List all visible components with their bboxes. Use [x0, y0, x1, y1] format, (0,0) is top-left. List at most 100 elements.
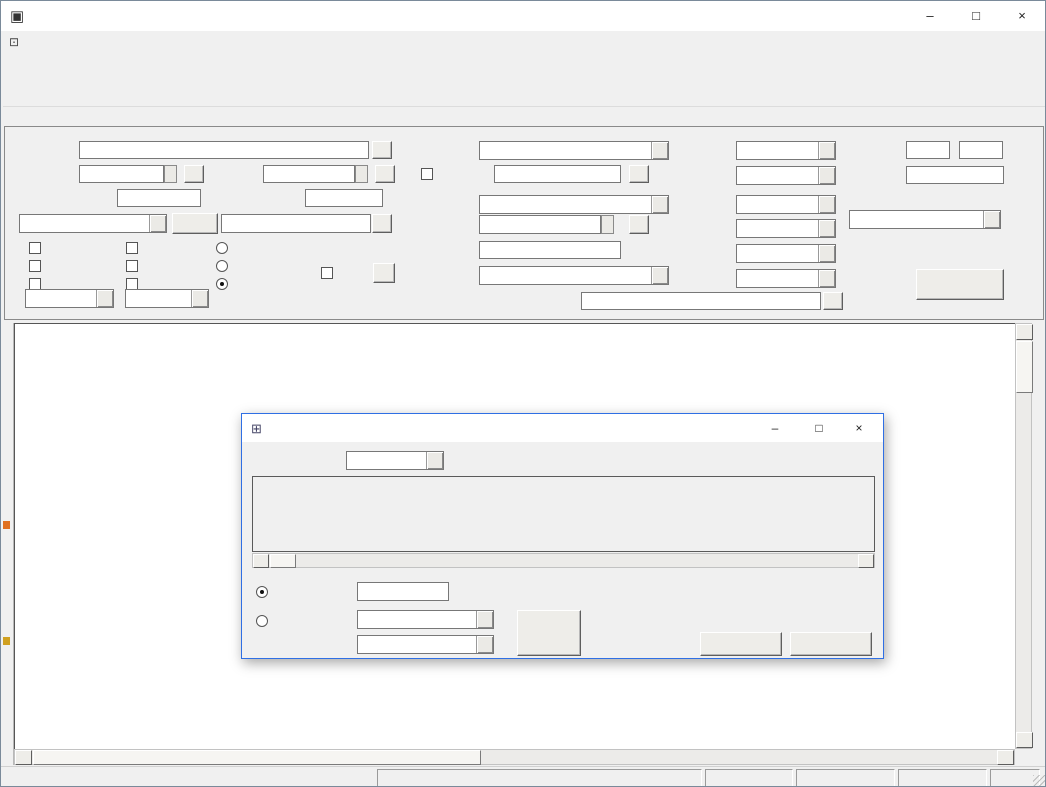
client-input[interactable] — [79, 141, 369, 159]
location-type-select[interactable] — [19, 214, 167, 233]
application-window: ▣ – □ × ⊡ — [0, 0, 1046, 787]
scroll-right-icon[interactable] — [858, 554, 874, 568]
scroll-right-icon[interactable] — [997, 750, 1014, 765]
dialog-title-bar: ⊞ – □ × — [242, 414, 883, 442]
vehicle-exclusion-select[interactable] — [849, 210, 1001, 229]
to-date-browse-button[interactable] — [375, 165, 395, 183]
dialog-scroll-thumb[interactable] — [270, 554, 296, 568]
geo-radio[interactable] — [216, 242, 228, 254]
dropdown-arrow-icon[interactable] — [818, 142, 835, 159]
run-checkbox[interactable] — [321, 267, 333, 279]
dropdown-arrow-icon[interactable] — [818, 270, 835, 287]
purpose-select[interactable] — [736, 195, 836, 214]
dropdown-arrow-icon[interactable] — [983, 211, 1000, 228]
status-date — [898, 769, 987, 787]
window-menu-icon[interactable]: ⊡ — [9, 35, 19, 49]
dialog-maximize-button[interactable]: □ — [799, 414, 839, 442]
client-browse-button[interactable] — [372, 141, 392, 159]
sub-types-input[interactable] — [479, 215, 601, 234]
resize-grip[interactable] — [1033, 775, 1046, 787]
grid-horizontal-scrollbar[interactable] — [14, 749, 1015, 765]
dropdown-arrow-icon[interactable] — [149, 215, 166, 232]
to-date-spinner[interactable] — [355, 165, 368, 183]
vertical-scroll-thumb[interactable] — [1016, 341, 1033, 393]
location-input[interactable] — [221, 214, 371, 233]
to-time-input[interactable] — [305, 189, 383, 207]
sub-types-browse-button[interactable] — [629, 215, 649, 234]
schedule-checkbox[interactable] — [421, 168, 433, 180]
date-intervals-dialog: ⊞ – □ × — [241, 413, 884, 659]
to-date-input[interactable] — [263, 165, 355, 183]
schedule-browse-button[interactable] — [629, 165, 649, 183]
mobility-aids-select[interactable] — [736, 269, 836, 288]
grid-vertical-scrollbar[interactable] — [1015, 323, 1032, 749]
dock-marker-icon — [3, 637, 10, 645]
sub-type-select[interactable] — [25, 289, 114, 308]
dialog-horizontal-scrollbar[interactable] — [252, 553, 875, 568]
day-select — [357, 635, 494, 654]
schedule-input[interactable] — [494, 165, 621, 183]
pudo-button[interactable] — [172, 213, 218, 234]
distance-from-input[interactable] — [906, 141, 950, 159]
order-no-input[interactable] — [906, 166, 1004, 184]
distance-to-input[interactable] — [959, 141, 1003, 159]
dropdown-arrow-icon — [476, 636, 493, 653]
dialog-minimize-button[interactable]: – — [755, 414, 795, 442]
dropdown-arrow-icon[interactable] — [818, 167, 835, 184]
save-button[interactable] — [790, 632, 872, 656]
close-button[interactable]: × — [999, 1, 1045, 30]
para-service-select[interactable] — [736, 166, 836, 185]
pass-space-input[interactable] — [581, 292, 821, 310]
act-checkbox[interactable] — [29, 242, 41, 254]
both-radio[interactable] — [216, 278, 228, 290]
sch-checkbox[interactable] — [126, 242, 138, 254]
pass-space-browse-button[interactable] — [823, 292, 843, 310]
funding-src-select[interactable] — [479, 266, 669, 285]
scroll-left-icon[interactable] — [15, 750, 32, 765]
ungeo-radio[interactable] — [216, 260, 228, 272]
app-icon: ▣ — [10, 7, 24, 25]
minimize-button[interactable]: – — [907, 1, 953, 30]
dropdown-arrow-icon[interactable] — [191, 290, 208, 307]
run-type-select[interactable] — [736, 219, 836, 238]
dropdown-arrow-icon[interactable] — [818, 220, 835, 237]
cancel-button[interactable] — [700, 632, 782, 656]
dock-strip — [1, 323, 14, 765]
dropdown-arrow-icon[interactable] — [651, 142, 668, 159]
dropdown-arrow-icon[interactable] — [818, 245, 835, 262]
dropdown-arrow-icon[interactable] — [651, 267, 668, 284]
booking-agent-select[interactable] — [736, 141, 836, 160]
horizontal-scroll-thumb[interactable] — [33, 750, 481, 765]
provider-select[interactable] — [479, 141, 669, 160]
location-browse-button[interactable] — [372, 214, 392, 233]
scroll-down-icon[interactable] — [1016, 732, 1033, 748]
display-button[interactable] — [916, 269, 1004, 300]
dialog-icon: ⊞ — [251, 421, 262, 437]
dialog-close-button[interactable]: × — [839, 414, 879, 442]
title-bar: ▣ – □ × — [1, 1, 1045, 32]
from-date-input[interactable] — [79, 165, 164, 183]
scroll-left-icon[interactable] — [253, 554, 269, 568]
maximize-button[interactable]: □ — [953, 1, 999, 30]
check-daily-radio[interactable] — [256, 615, 268, 627]
dropdown-arrow-icon[interactable] — [818, 196, 835, 213]
dropdown-arrow-icon[interactable] — [96, 290, 113, 307]
can-type-select[interactable] — [125, 289, 209, 308]
scroll-up-icon[interactable] — [1016, 324, 1033, 340]
check-date-input[interactable] — [357, 582, 449, 601]
unsch-checkbox[interactable] — [126, 260, 138, 272]
run-browse-button[interactable] — [373, 263, 395, 283]
from-date-spinner[interactable] — [164, 165, 177, 183]
sub-types-spinner[interactable] — [601, 215, 614, 234]
group-input[interactable] — [479, 241, 621, 259]
from-time-input[interactable] — [117, 189, 201, 207]
check-button[interactable] — [517, 610, 581, 656]
sched-types-select[interactable] — [479, 195, 669, 214]
dropdown-arrow-icon[interactable] — [651, 196, 668, 213]
cas-checkbox[interactable] — [29, 260, 41, 272]
match-criteria-select[interactable] — [346, 451, 444, 470]
sent-status-select[interactable] — [736, 244, 836, 263]
dropdown-arrow-icon[interactable] — [426, 452, 443, 469]
check-date-radio[interactable] — [256, 586, 268, 598]
from-date-browse-button[interactable] — [184, 165, 204, 183]
